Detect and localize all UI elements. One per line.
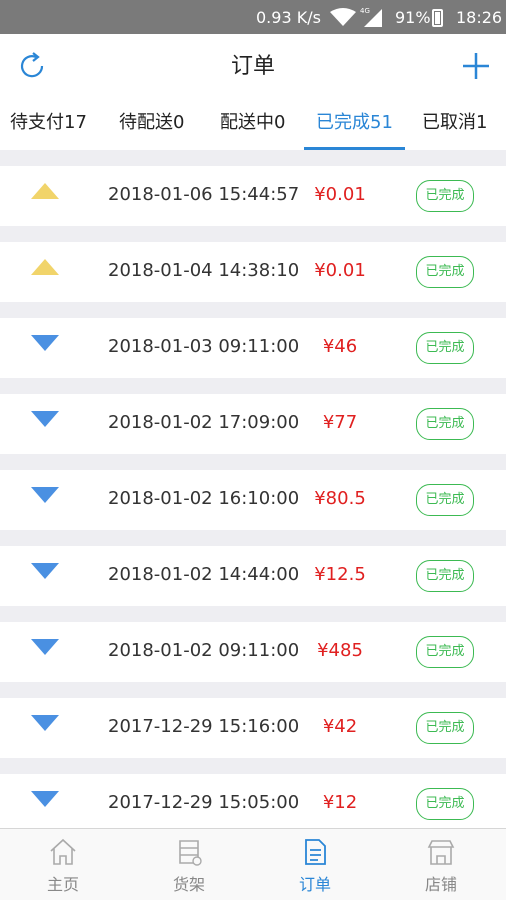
tab-shelf-label: 货架	[172, 875, 205, 894]
tab-pending-delivery[interactable]: 待配送0	[119, 108, 184, 134]
up-arrow-icon	[31, 259, 59, 275]
down-arrow-icon	[31, 335, 59, 351]
order-row[interactable]: 2018-01-02 16:10:00 ¥80.5 已完成	[0, 470, 506, 530]
up-arrow-icon	[31, 183, 59, 199]
order-row[interactable]: 2018-01-02 09:11:00 ¥485 已完成	[0, 622, 506, 682]
order-date: 2018-01-02 14:44:00	[108, 564, 300, 585]
wifi-icon	[330, 8, 356, 26]
battery-icon	[432, 9, 443, 27]
plus-icon[interactable]	[460, 50, 492, 82]
tab-delivering[interactable]: 配送中0	[220, 108, 285, 134]
order-date: 2018-01-02 17:09:00	[108, 412, 300, 433]
tab-store[interactable]: 店铺	[378, 829, 504, 900]
tab-orders-label: 订单	[298, 875, 331, 894]
order-price: ¥77	[322, 412, 358, 433]
tab-home-label: 主页	[46, 875, 79, 894]
order-price: ¥12.5	[314, 564, 366, 585]
tab-home[interactable]: 主页	[0, 829, 126, 900]
order-price: ¥0.01	[314, 260, 366, 281]
status-badge: 已完成	[416, 712, 474, 744]
order-row[interactable]: 2018-01-04 14:38:10 ¥0.01 已完成	[0, 242, 506, 302]
page-title: 订单	[230, 54, 275, 79]
down-arrow-icon	[31, 639, 59, 655]
order-date: 2018-01-06 15:44:57	[108, 184, 300, 205]
order-price: ¥485	[317, 640, 363, 661]
status-badge: 已完成	[416, 180, 474, 212]
order-date: 2018-01-04 14:38:10	[108, 260, 300, 281]
tab-pending-payment[interactable]: 待支付17	[10, 108, 87, 134]
order-list[interactable]: 2018-01-06 15:44:57 ¥0.01 已完成 2018-01-04…	[0, 150, 506, 828]
down-arrow-icon	[31, 791, 59, 807]
order-row[interactable]: 2018-01-02 14:44:00 ¥12.5 已完成	[0, 546, 506, 606]
order-date: 2017-12-29 15:16:00	[108, 716, 300, 737]
order-row[interactable]: 2018-01-06 15:44:57 ¥0.01 已完成	[0, 166, 506, 226]
top-nav: 订单	[0, 34, 506, 96]
clock: 18:26	[456, 8, 503, 27]
order-price: ¥42	[322, 716, 358, 737]
bottom-tab-bar: 主页 货架 订单 店铺	[0, 828, 506, 900]
down-arrow-icon	[31, 715, 59, 731]
down-arrow-icon	[31, 411, 59, 427]
status-badge: 已完成	[416, 788, 474, 820]
tab-store-label: 店铺	[424, 875, 457, 894]
order-price: ¥12	[322, 792, 358, 813]
status-bar: 0.93 K/s 4G 91% 18:26	[0, 0, 506, 34]
order-row[interactable]: 2017-12-29 15:16:00 ¥42 已完成	[0, 698, 506, 758]
order-icon	[305, 839, 326, 865]
down-arrow-icon	[31, 563, 59, 579]
order-date: 2018-01-02 16:10:00	[108, 488, 300, 509]
tab-cancelled[interactable]: 已取消1	[422, 108, 487, 134]
status-badge: 已完成	[416, 560, 474, 592]
store-icon	[427, 840, 455, 865]
home-icon	[50, 838, 76, 865]
battery-percent: 91%	[395, 8, 431, 27]
order-date: 2018-01-02 09:11:00	[108, 640, 300, 661]
order-row[interactable]: 2018-01-02 17:09:00 ¥77 已完成	[0, 394, 506, 454]
order-price: ¥0.01	[314, 184, 366, 205]
status-badge: 已完成	[416, 332, 474, 364]
status-badge: 已完成	[416, 408, 474, 440]
order-price: ¥80.5	[314, 488, 366, 509]
shelf-icon	[179, 840, 202, 866]
order-row[interactable]: 2018-01-03 09:11:00 ¥46 已完成	[0, 318, 506, 378]
order-date: 2017-12-29 15:05:00	[108, 792, 300, 813]
order-row[interactable]: 2017-12-29 15:05:00 ¥12 已完成	[0, 774, 506, 828]
network-type-label: 4G	[360, 7, 370, 15]
tab-shelf[interactable]: 货架	[126, 829, 252, 900]
order-date: 2018-01-03 09:11:00	[108, 336, 300, 357]
network-speed: 0.93 K/s	[256, 8, 321, 27]
status-badge: 已完成	[416, 484, 474, 516]
down-arrow-icon	[31, 487, 59, 503]
order-status-tabs: 待支付17 待配送0 配送中0 已完成51 已取消1	[0, 96, 506, 150]
tab-completed[interactable]: 已完成51	[316, 108, 393, 134]
tab-orders[interactable]: 订单	[252, 829, 378, 900]
cellular-signal-icon: 4G	[360, 7, 384, 31]
status-badge: 已完成	[416, 636, 474, 668]
order-price: ¥46	[322, 336, 358, 357]
status-badge: 已完成	[416, 256, 474, 288]
